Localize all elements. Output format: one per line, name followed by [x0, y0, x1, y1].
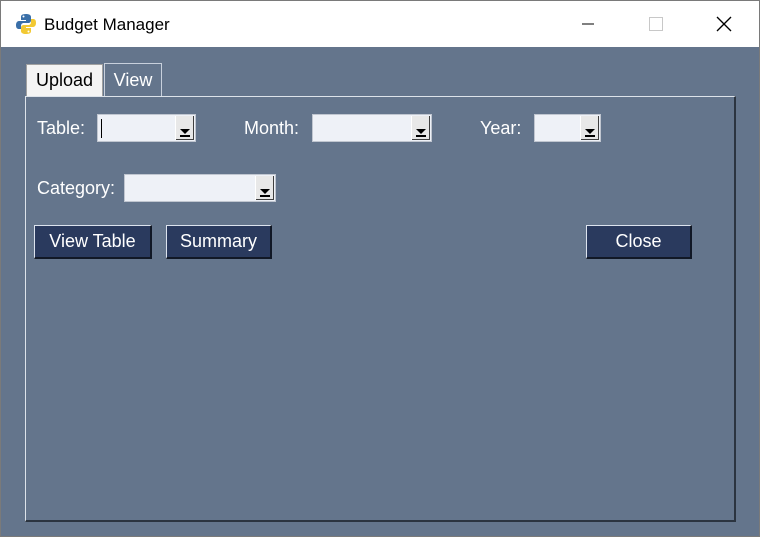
year-label: Year:: [480, 118, 522, 138]
tab-view[interactable]: View: [104, 63, 162, 96]
chevron-down-icon[interactable]: [175, 116, 194, 140]
close-icon: [716, 16, 732, 32]
maximize-button[interactable]: [633, 1, 679, 47]
minimize-button[interactable]: [565, 1, 611, 47]
year-combobox[interactable]: [534, 114, 601, 142]
chevron-down-icon[interactable]: [411, 116, 430, 140]
python-app-icon: [15, 13, 37, 35]
view-tab-panel: [25, 96, 736, 522]
table-label: Table:: [37, 118, 86, 138]
category-combobox[interactable]: [124, 174, 276, 202]
budget-manager-window: Budget Manager Upload View Table: Month:…: [0, 0, 760, 537]
chevron-down-icon[interactable]: [580, 116, 599, 140]
minimize-icon: [582, 23, 594, 25]
maximize-icon: [649, 17, 663, 31]
window-title: Budget Manager: [44, 15, 170, 34]
close-button[interactable]: Close: [586, 225, 692, 259]
title-bar: Budget Manager: [1, 1, 759, 47]
view-table-button[interactable]: View Table: [34, 225, 152, 259]
month-label: Month:: [244, 118, 300, 138]
category-label: Category:: [37, 178, 116, 198]
text-caret: [101, 119, 102, 138]
summary-button[interactable]: Summary: [166, 225, 272, 259]
chevron-down-icon[interactable]: [255, 176, 274, 200]
close-window-button[interactable]: [701, 1, 747, 47]
table-combobox[interactable]: [97, 114, 196, 142]
tab-upload[interactable]: Upload: [26, 64, 103, 96]
month-combobox[interactable]: [312, 114, 432, 142]
